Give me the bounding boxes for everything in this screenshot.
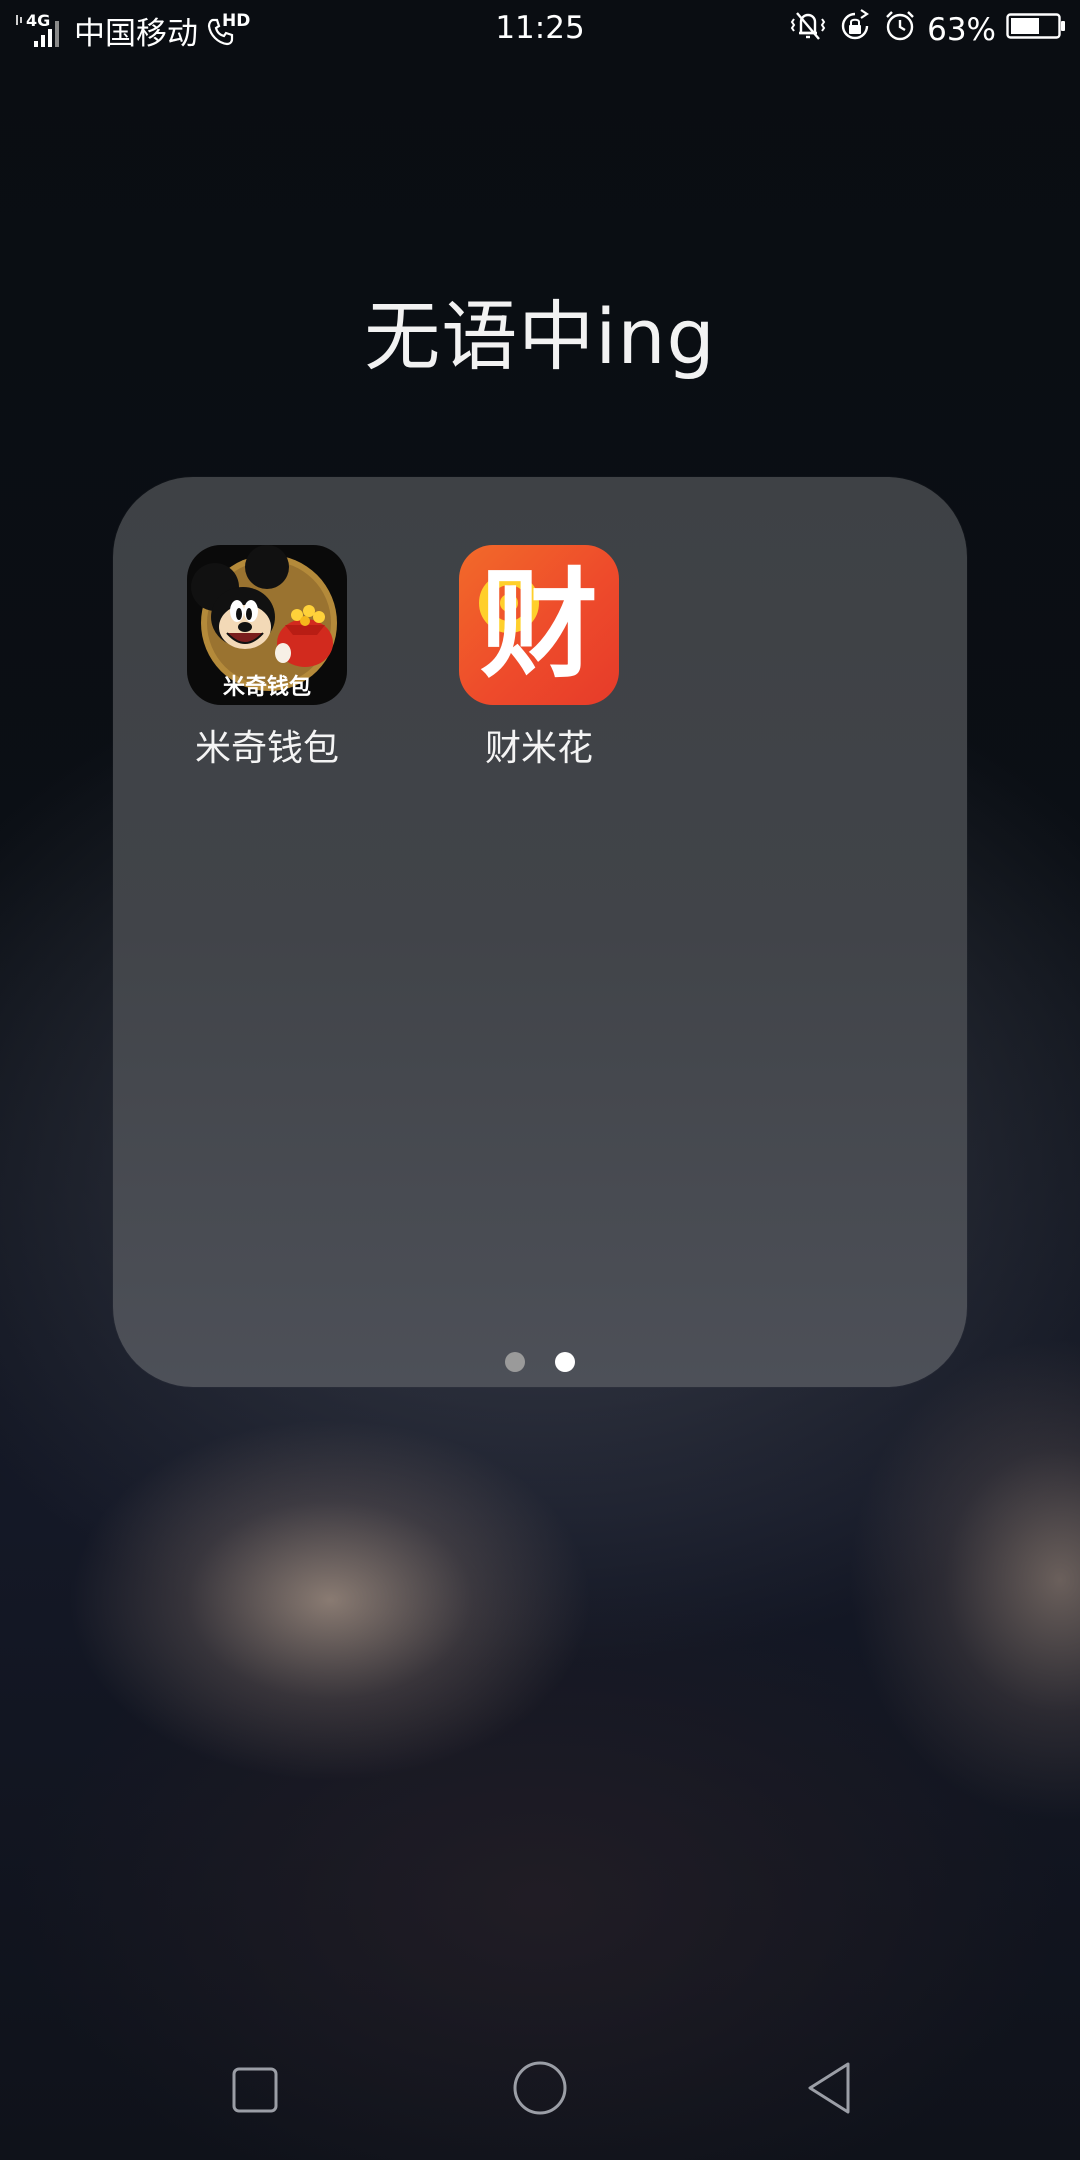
app-mickey-wallet[interactable]: 米奇钱包 米奇钱包 [167, 545, 367, 771]
battery-percent: 63% [927, 12, 996, 48]
mickey-wallet-icon-text: 米奇钱包 [222, 675, 311, 700]
home-button[interactable] [512, 2060, 568, 2120]
status-bar: 4G 中国移动 HD 11:25 63% [0, 0, 1080, 56]
recent-apps-button[interactable] [230, 2065, 280, 2119]
folder-page-indicator [0, 1352, 1080, 1372]
back-button[interactable] [804, 2060, 856, 2120]
status-left: 4G 中国移动 HD [14, 8, 251, 53]
rotation-lock-icon [837, 8, 873, 52]
caimihua-app-icon: 财 [459, 545, 619, 705]
hd-call-icon: HD [206, 10, 251, 49]
status-right: 63% [789, 8, 1066, 52]
signal-icon: 4G [14, 11, 66, 49]
page-dot-1[interactable] [505, 1352, 525, 1372]
app-label-caimihua: 财米花 [484, 728, 593, 769]
hd-label: HD [222, 10, 251, 31]
alarm-icon [883, 9, 917, 51]
navigation-bar [0, 2040, 1080, 2130]
vibrate-icon [789, 9, 827, 51]
battery-icon [1006, 11, 1066, 49]
carrier-name: 中国移动 [74, 16, 198, 52]
clock-time: 11:25 [495, 10, 585, 46]
app-caimihua[interactable]: 财 财米花 [439, 545, 639, 771]
app-label-mickey-wallet: 米奇钱包 [194, 728, 339, 769]
square-icon [232, 2067, 278, 2113]
folder-title[interactable]: 无语中ing [0, 275, 1080, 385]
caimihua-icon-text: 财 [479, 556, 598, 694]
circle-icon [513, 2061, 567, 2115]
back-triangle-icon [808, 2062, 850, 2114]
page-dot-2-active[interactable] [555, 1352, 575, 1372]
mickey-wallet-app-icon: 米奇钱包 [187, 545, 347, 705]
